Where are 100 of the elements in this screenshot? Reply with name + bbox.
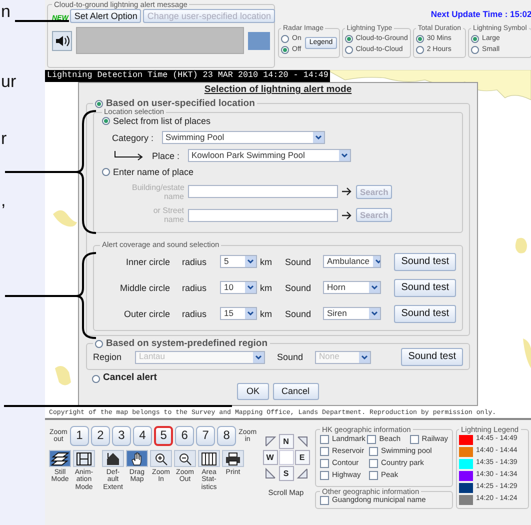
callout-line bbox=[15, 20, 69, 22]
field-label: Building/estate name bbox=[131, 182, 184, 201]
dialog-button[interactable]: Cancel bbox=[272, 383, 319, 400]
scroll-button[interactable]: S bbox=[278, 466, 294, 481]
sound-test-button[interactable]: Sound test bbox=[394, 304, 456, 323]
radio-button[interactable] bbox=[281, 34, 289, 43]
chevron-down-icon bbox=[245, 256, 256, 268]
zoom-level-button[interactable]: 4 bbox=[132, 426, 152, 446]
detection-time-bar: Lightning Detection Time (HKT) 23 MAR 2010 14:20 - 14:49 bbox=[45, 70, 330, 82]
field-label: radius bbox=[182, 256, 208, 268]
corner-arrow-icon[interactable] bbox=[265, 436, 276, 448]
checkbox[interactable] bbox=[369, 446, 378, 456]
radio-button[interactable] bbox=[344, 34, 353, 43]
field-label: Sound bbox=[285, 256, 312, 268]
arrow-icon bbox=[114, 150, 144, 161]
dialog-button[interactable]: OK bbox=[237, 383, 268, 400]
field-label: Sound bbox=[285, 282, 312, 294]
island-shape bbox=[515, 238, 527, 254]
radio-button[interactable] bbox=[92, 374, 100, 383]
chevron-down-icon bbox=[369, 282, 380, 294]
zoom-in-icon bbox=[154, 452, 168, 466]
zoom-level-button[interactable]: 6 bbox=[175, 426, 194, 446]
film-frames-icon bbox=[76, 452, 92, 466]
sound-test-button[interactable]: Sound test bbox=[394, 278, 456, 297]
zoom-level-button[interactable]: 7 bbox=[196, 426, 216, 446]
callout-text: , bbox=[1, 190, 6, 210]
radio-button[interactable] bbox=[344, 46, 353, 54]
field-label: Region bbox=[93, 352, 123, 363]
option-label: Select from list of places bbox=[113, 116, 211, 126]
chevron-down-icon bbox=[369, 308, 380, 320]
option-button[interactable]: Set Alert Option bbox=[70, 8, 142, 24]
checkbox[interactable] bbox=[320, 434, 329, 444]
option-label: Cancel alert bbox=[103, 373, 157, 384]
checkbox[interactable] bbox=[369, 470, 378, 480]
checkbox[interactable] bbox=[367, 434, 376, 444]
grid-icon bbox=[201, 452, 217, 466]
field-label: Outer circle bbox=[122, 308, 170, 320]
radio-button[interactable] bbox=[471, 46, 480, 54]
callout-text: r bbox=[1, 129, 7, 149]
field-label: Sound bbox=[277, 352, 304, 363]
corner-arrow-icon[interactable] bbox=[296, 436, 307, 448]
checkbox[interactable] bbox=[320, 446, 329, 456]
checkbox[interactable] bbox=[320, 496, 329, 505]
radio-button[interactable] bbox=[471, 34, 480, 43]
chevron-down-icon bbox=[245, 282, 256, 294]
island-shape bbox=[53, 210, 77, 227]
checkbox[interactable] bbox=[369, 458, 378, 468]
zoom-level-button[interactable]: 1 bbox=[70, 426, 89, 446]
dropdown[interactable]: Swimming Pool bbox=[162, 131, 325, 144]
dropdown[interactable]: Kowloon Park Swimming Pool bbox=[188, 149, 351, 162]
checkbox[interactable] bbox=[320, 470, 329, 480]
zoom-level-button[interactable]: 2 bbox=[90, 426, 110, 446]
field-label: Category : bbox=[112, 132, 154, 143]
island-shape bbox=[523, 338, 531, 368]
chevron-down-icon bbox=[245, 308, 256, 320]
arrow-icon bbox=[342, 210, 352, 220]
chevron-down-icon bbox=[359, 352, 370, 363]
zoom-level-button[interactable]: 8 bbox=[217, 426, 236, 446]
field-label: radius bbox=[182, 308, 208, 320]
callout-text: ur bbox=[1, 72, 16, 92]
radio-button[interactable] bbox=[102, 117, 110, 126]
sound-test-button[interactable]: Sound test bbox=[394, 252, 456, 271]
scroll-button[interactable]: E bbox=[294, 450, 310, 465]
dropdown[interactable]: Siren bbox=[323, 307, 381, 320]
radio-button[interactable] bbox=[95, 100, 103, 108]
option-label: Based on user-specified location bbox=[106, 98, 255, 108]
field-label: Sound bbox=[285, 308, 312, 320]
field-label: Inner circle bbox=[124, 256, 170, 268]
field-label: Place : bbox=[152, 150, 180, 161]
dropdown[interactable]: 5 bbox=[220, 255, 257, 268]
status-indicator bbox=[248, 32, 270, 50]
corner-arrow-icon[interactable] bbox=[296, 468, 307, 478]
field-label: or Street name bbox=[152, 206, 184, 224]
corner-arrow-icon[interactable] bbox=[265, 468, 276, 478]
option-label: Based on system-predefined region bbox=[106, 338, 268, 348]
arrow-icon bbox=[342, 187, 352, 196]
dropdown[interactable]: 15 bbox=[220, 307, 257, 320]
scroll-button[interactable]: N bbox=[278, 434, 294, 449]
dropdown[interactable]: Horn bbox=[323, 281, 381, 294]
island-shape bbox=[55, 366, 71, 386]
speaker-icon[interactable] bbox=[52, 30, 72, 51]
dialog-title: Selection of lightning alert mode bbox=[203, 85, 353, 96]
hand-icon bbox=[130, 452, 144, 466]
unit-label: km bbox=[259, 282, 273, 294]
radio-button[interactable] bbox=[416, 46, 424, 54]
unit-label: km bbox=[259, 308, 273, 320]
zoom-level-button[interactable]: 5 bbox=[154, 426, 174, 446]
scroll-button[interactable]: W bbox=[262, 450, 278, 465]
option-label: Enter name of place bbox=[113, 167, 194, 178]
radio-button[interactable] bbox=[416, 34, 424, 43]
unit-label: km bbox=[259, 256, 273, 268]
dropdown[interactable]: 10 bbox=[220, 281, 257, 294]
stacked-layers-icon bbox=[51, 452, 69, 466]
zoom-level-button[interactable]: 3 bbox=[112, 426, 131, 446]
checkbox[interactable] bbox=[410, 434, 419, 444]
radio-button[interactable] bbox=[281, 46, 289, 54]
radio-button[interactable] bbox=[102, 168, 110, 176]
dropdown[interactable]: Ambulance bbox=[323, 255, 381, 268]
checkbox[interactable] bbox=[320, 458, 329, 468]
chevron-down-icon bbox=[338, 150, 350, 162]
